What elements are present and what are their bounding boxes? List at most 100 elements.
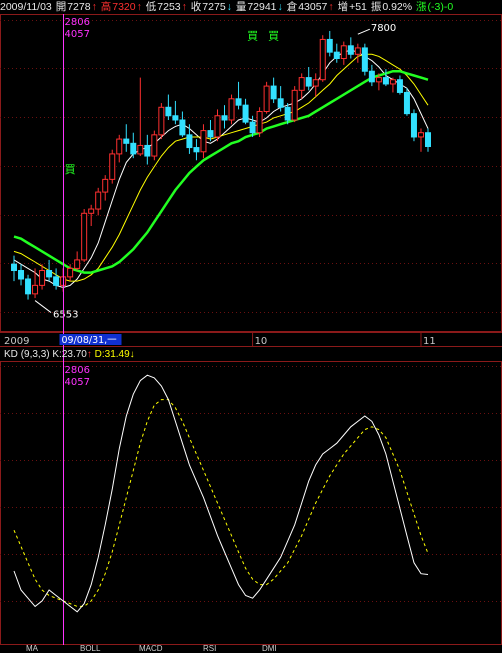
- ma-line-ma5: [13, 49, 429, 289]
- candle-body: [389, 79, 396, 85]
- k-line: [13, 374, 429, 613]
- change-label: 增: [337, 1, 349, 13]
- candle-body: [18, 270, 25, 280]
- candle-body: [165, 106, 172, 117]
- candle-body: [221, 115, 228, 121]
- low-value: 7253: [157, 1, 181, 13]
- rise-value: (-3)-0: [427, 1, 454, 13]
- candle-body: [67, 267, 74, 278]
- candle-body: [256, 111, 263, 134]
- candle-body: [347, 45, 354, 55]
- candle-body: [186, 134, 193, 149]
- candle-body: [88, 208, 95, 214]
- candle-body: [277, 98, 284, 108]
- candle-body: [263, 85, 270, 113]
- candle-body: [46, 270, 53, 278]
- k-value: 23.70: [61, 349, 87, 360]
- candle-body: [102, 178, 109, 193]
- cursor-price-bottom: 4057: [65, 29, 90, 40]
- rise-label: 漲: [416, 1, 427, 13]
- candle-body: [207, 130, 214, 138]
- candle-body: [158, 106, 165, 136]
- candle-body: [95, 191, 102, 210]
- year-label: 2009: [4, 336, 29, 347]
- candle-body: [74, 259, 81, 269]
- open-value: 7278: [67, 1, 91, 13]
- high-arrow-icon: ↑: [136, 1, 142, 13]
- candle-body: [81, 212, 88, 261]
- candle-body: [410, 113, 417, 138]
- candle-body: [333, 51, 340, 60]
- month-label: 10: [255, 336, 268, 347]
- candle-body: [298, 77, 305, 91]
- candle-body: [403, 91, 410, 115]
- cursor-date-label: 09/08/31,一: [62, 335, 118, 346]
- close-label: 收: [190, 1, 202, 13]
- close-arrow-icon: ↓: [226, 1, 232, 13]
- volume-arrow-icon: ↓: [277, 1, 283, 13]
- ma-line-ma20: [13, 69, 429, 274]
- candle-body: [242, 104, 249, 123]
- candle-body: [382, 77, 389, 85]
- annotation-leader: [357, 28, 371, 35]
- high-annotation: 7800: [371, 23, 396, 34]
- cursor-price-top: 2806: [65, 17, 90, 28]
- d-line: [13, 399, 429, 607]
- candle-body: [249, 121, 256, 134]
- kd-header: KD (9,3,3) K:23.70↑ D:31.49↓: [4, 348, 135, 361]
- amplitude-value: 0.92%: [382, 1, 413, 13]
- volume-value: 72941: [247, 1, 277, 13]
- candle-body: [137, 144, 144, 155]
- candle-body: [235, 98, 242, 106]
- candle-body: [200, 130, 207, 153]
- volume-label: 量: [235, 1, 247, 13]
- low-label: 低: [145, 1, 157, 13]
- high-value: 7320: [112, 1, 136, 13]
- open-label: 開: [55, 1, 67, 13]
- chart-canvas[interactable]: 2009 10 11買買 買65537800280640572806405709/08…: [0, 0, 502, 652]
- candle-body: [109, 153, 116, 180]
- ma-line-ma10: [13, 53, 429, 282]
- candle-body: [284, 106, 291, 121]
- candle-body: [354, 47, 361, 55]
- indicator-tabs: MA BOLL MACD RSI DMI: [0, 645, 502, 653]
- k-arrow-icon: ↑: [86, 349, 92, 360]
- candle-body: [130, 142, 137, 155]
- oi-value: 43057: [298, 1, 328, 13]
- annotation-leader: [34, 300, 52, 313]
- date-text: 2009/11/03: [0, 1, 52, 13]
- candle-body: [396, 79, 403, 93]
- candle-body: [340, 45, 347, 60]
- d-value: 31.49: [104, 349, 130, 360]
- candle-body: [172, 115, 179, 121]
- kd-name: KD: [4, 349, 18, 360]
- candle-body: [375, 77, 382, 83]
- candle-body: [25, 278, 32, 295]
- cursor-kd-bottom: 4057: [65, 377, 90, 388]
- buy-signal: 買: [247, 29, 258, 42]
- oi-label: 倉: [286, 1, 298, 13]
- candle-body: [11, 263, 17, 272]
- candle-body: [319, 38, 326, 81]
- candle-body: [326, 38, 333, 53]
- candle-body: [291, 89, 298, 121]
- candle-body: [32, 284, 39, 295]
- candle-body: [270, 85, 277, 100]
- candle-body: [179, 119, 186, 136]
- candle-body: [228, 98, 235, 121]
- candle-body: [39, 270, 46, 286]
- candle-body: [123, 138, 130, 144]
- candle-body: [116, 138, 123, 155]
- candle-body: [425, 132, 431, 148]
- month-label: 11: [423, 336, 436, 347]
- d-arrow-icon: ↓: [129, 349, 135, 360]
- high-label: 高: [100, 1, 112, 13]
- candle-body: [193, 147, 200, 153]
- candle-body: [417, 132, 424, 138]
- low-arrow-icon: ↑: [181, 1, 187, 13]
- candle-body: [214, 115, 221, 138]
- candle-body: [361, 47, 368, 72]
- candle-body: [368, 70, 375, 83]
- cursor-kd-top: 2806: [65, 365, 90, 376]
- buy-signal: 買: [268, 29, 279, 42]
